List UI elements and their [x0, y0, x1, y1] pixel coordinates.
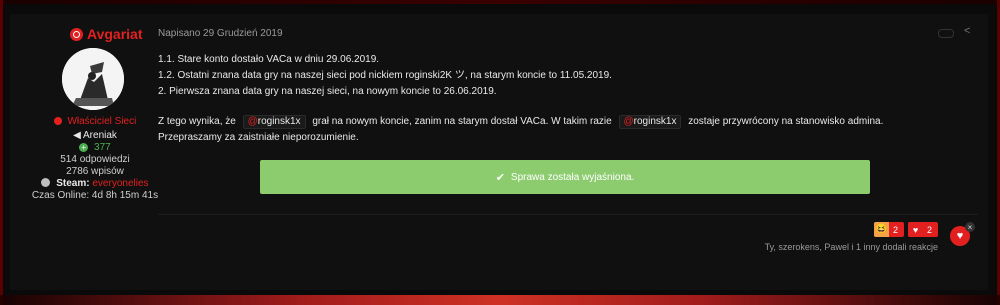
- avatar[interactable]: [62, 48, 124, 110]
- author-name[interactable]: Avgariat: [87, 26, 143, 42]
- reaction-heart[interactable]: ♥ 2: [907, 222, 938, 237]
- owner-icon: [53, 117, 62, 125]
- author-name-link[interactable]: Avgariat: [70, 26, 143, 42]
- bottom-glow: [0, 295, 1000, 305]
- post-line: 2. Pierwsza znana data gry na naszej sie…: [158, 86, 497, 97]
- posts-count: 2786 wpisów: [66, 166, 124, 177]
- answers-count: 514 odpowiedzi: [60, 154, 130, 165]
- online-time: Czas Online: 4d 8h 15m 41s: [31, 190, 159, 201]
- reaction-count: 2: [926, 224, 932, 235]
- steam-label: Steam:: [56, 178, 90, 189]
- post-content: 1.1. Stare konto dostało VACa w dniu 29.…: [158, 52, 883, 146]
- reputation-value: 377: [94, 142, 111, 153]
- steam-link[interactable]: everyonelies: [92, 178, 148, 189]
- plus-icon: +: [79, 143, 89, 152]
- post-line: 1.1. Stare konto dostało VACa w dniu 29.…: [158, 54, 380, 65]
- post-line: 1.2. Ostatni znana data gry na naszej si…: [158, 70, 612, 81]
- rank: ◀ Areniak: [10, 130, 180, 141]
- post-date[interactable]: Napisano 29 Grudzień 2019: [158, 28, 283, 39]
- top-border: [0, 0, 1000, 4]
- mention-roginsk1x[interactable]: @roginsk1x: [618, 115, 682, 129]
- haha-icon: 😆: [873, 222, 889, 237]
- heart-icon: ♥: [907, 222, 923, 237]
- avatar-image: [62, 48, 124, 110]
- reactions-summary[interactable]: Ty, szerokens, Pawel i 1 inny dodali rea…: [765, 242, 938, 252]
- post-line: Przepraszamy za zaistniałe nieporozumien…: [158, 132, 359, 143]
- rank-label: Areniak: [83, 130, 117, 141]
- text-fragment: grał na nowym koncie, zanim na starym do…: [312, 116, 612, 127]
- reputation: + 377: [10, 142, 180, 153]
- reaction-count: 2: [892, 224, 898, 235]
- text-fragment: Z tego wynika, że: [158, 116, 236, 127]
- steam-icon: [41, 178, 51, 187]
- check-icon: ✔: [495, 171, 505, 184]
- role-badge: Właściciel Sieci: [10, 116, 180, 127]
- steam-info: Steam: everyonelies: [10, 178, 180, 189]
- rank-icon: ◀: [73, 130, 81, 141]
- close-icon[interactable]: ×: [965, 222, 975, 232]
- resolved-notice: ✔ Sprawa została wyjaśniona.: [260, 160, 870, 194]
- left-border: [0, 0, 3, 305]
- reactions-bar: 😆 2 ♥ 2: [873, 222, 938, 237]
- reaction-haha[interactable]: 😆 2: [873, 222, 904, 237]
- text-fragment: zostaje przywrócony na stanowisko admina…: [688, 116, 884, 127]
- post-paragraph: Z tego wynika, że @roginsk1x grał na now…: [158, 114, 883, 130]
- notice-text: Sprawa została wyjaśniona.: [510, 171, 635, 183]
- crosshair-icon: [70, 27, 83, 41]
- post-tools: [938, 25, 974, 38]
- post-container: Avgariat Właściciel Sieci ◀ Areniak + 37…: [10, 14, 988, 290]
- role-label: Właściciel Sieci: [67, 116, 137, 127]
- share-icon[interactable]: [964, 25, 974, 38]
- mention-roginsk1x[interactable]: @roginsk1x: [242, 115, 306, 129]
- link-icon[interactable]: [938, 28, 954, 38]
- divider: [158, 214, 978, 215]
